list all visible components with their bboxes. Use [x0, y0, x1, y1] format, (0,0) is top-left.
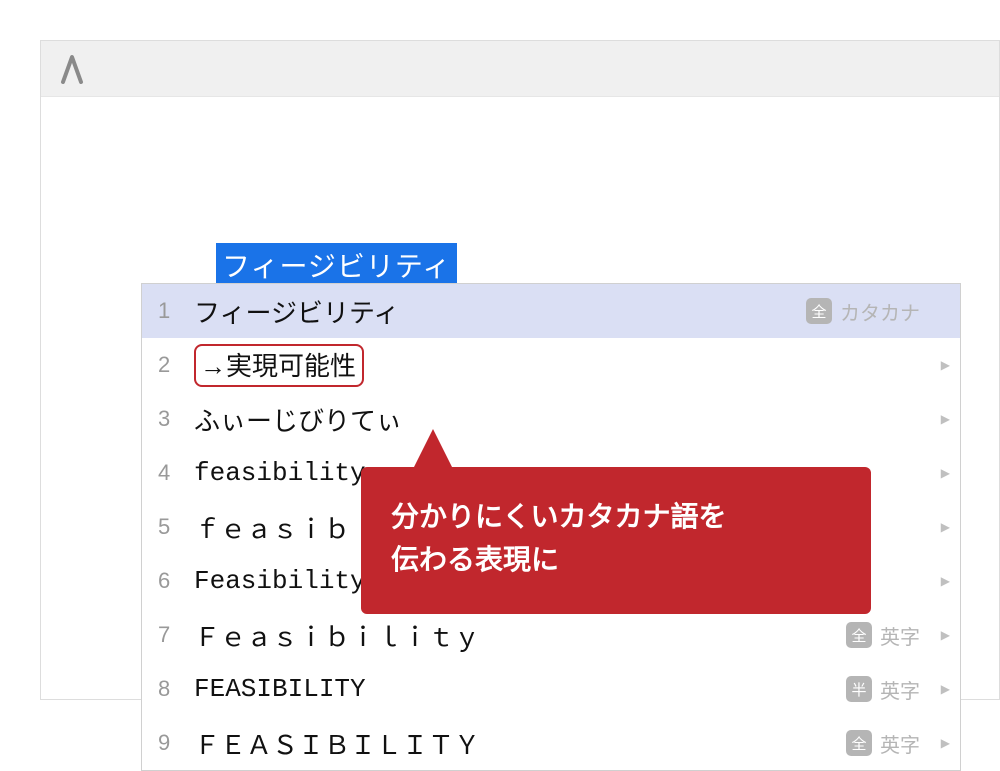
candidate-row-2[interactable]: 2→実現可能性 ▶	[142, 338, 960, 392]
chevron-right-icon: ▶	[941, 682, 950, 696]
chevron-right-icon: ▶	[941, 466, 950, 480]
chevron-right-icon: ▶	[941, 520, 950, 534]
annotation-callout: 分かりにくいカタカナ語を 伝わる表現に	[361, 467, 871, 614]
candidate-text: Ｆｅａｓｉｂｉｌｉｔｙ	[194, 617, 480, 654]
candidate-text: feasibility	[194, 458, 366, 488]
candidate-row-1[interactable]: 1フィージビリティ 全カタカナ	[142, 284, 960, 338]
candidate-row-8[interactable]: 8FEASIBILITY半英字▶	[142, 662, 960, 716]
candidate-hint-text: 英字	[880, 621, 920, 650]
width-badge: 半	[846, 676, 872, 702]
chevron-right-icon: ▶	[941, 358, 950, 372]
candidate-hint: 半英字	[846, 675, 920, 704]
candidate-number: 9	[158, 730, 194, 756]
candidate-row-7[interactable]: 7Ｆｅａｓｉｂｉｌｉｔｙ 全英字 ▶	[142, 608, 960, 662]
candidate-row-3[interactable]: 3ふぃーじびりてぃ ▶	[142, 392, 960, 446]
candidate-number: 1	[158, 298, 194, 324]
candidate-number: 6	[158, 568, 194, 594]
chevron-right-icon: ▶	[941, 412, 950, 426]
width-badge: 全	[806, 298, 832, 324]
app-logo-icon	[59, 54, 85, 84]
candidate-number: 7	[158, 622, 194, 648]
candidate-hint-text: カタカナ	[840, 297, 920, 326]
callout-line1: 分かりにくいカタカナ語を	[391, 501, 726, 532]
candidate-hint: 全英字	[846, 621, 920, 650]
candidate-number: 4	[158, 460, 194, 486]
chevron-right-icon: ▶	[941, 574, 950, 588]
candidate-text: Feasibility	[194, 566, 366, 596]
width-badge: 全	[846, 622, 872, 648]
candidate-number: 2	[158, 352, 194, 378]
candidate-hint-text: 英字	[880, 675, 920, 704]
chevron-right-icon: ▶	[941, 736, 950, 750]
app-window: フィージビリティ 1フィージビリティ全カタカナ2→実現可能性▶3ふぃーじびりてぃ…	[40, 40, 1000, 700]
chevron-right-icon: ▶	[941, 628, 950, 642]
candidate-hint: 全カタカナ	[806, 297, 920, 326]
candidate-row-9[interactable]: 9ＦＥＡＳＩＢＩＬＩＴＹ 全英字 ▶	[142, 716, 960, 770]
candidate-number: 3	[158, 406, 194, 432]
candidate-text: フィージビリティ	[194, 293, 399, 330]
candidate-text: ふぃーじびりてぃ	[194, 401, 402, 438]
width-badge: 全	[846, 730, 872, 756]
candidate-text: ＦＥＡＳＩＢＩＬＩＴＹ	[194, 725, 480, 762]
candidate-hint: 全英字	[846, 729, 920, 758]
candidate-text: →実現可能性	[194, 344, 364, 387]
callout-line2: 伝わる表現に	[391, 544, 559, 575]
candidate-hint-text: 英字	[880, 729, 920, 758]
candidate-number: 5	[158, 514, 194, 540]
candidate-number: 8	[158, 676, 194, 702]
titlebar	[41, 41, 999, 97]
